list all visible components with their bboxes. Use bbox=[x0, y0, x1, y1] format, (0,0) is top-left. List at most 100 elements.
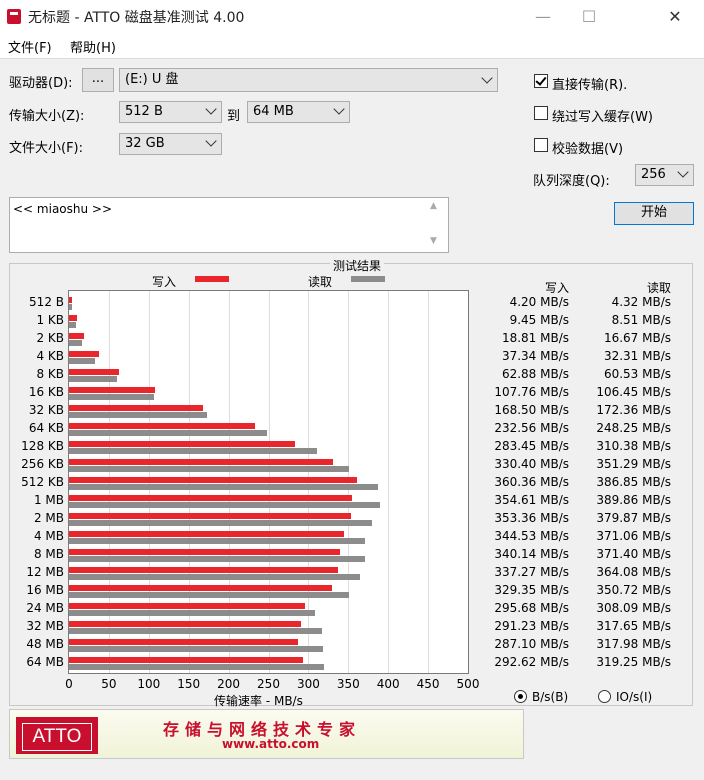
category-label: 32 KB bbox=[28, 403, 64, 417]
start-button[interactable]: 开始 bbox=[614, 202, 694, 225]
write-value: 295.68 MB/s bbox=[494, 601, 569, 615]
banner-url[interactable]: www.atto.com bbox=[222, 737, 319, 751]
read-value: 351.29 MB/s bbox=[596, 457, 671, 471]
write-bar bbox=[69, 639, 299, 645]
scroll-up-icon[interactable]: ▲ bbox=[430, 201, 437, 211]
write-bar bbox=[69, 405, 204, 411]
gridline bbox=[388, 291, 390, 673]
category-label: 128 KB bbox=[21, 439, 64, 453]
category-label: 12 MB bbox=[26, 565, 64, 579]
write-bar bbox=[69, 621, 302, 627]
menu-help[interactable]: 帮助(H) bbox=[70, 37, 116, 56]
read-value: 32.31 MB/s bbox=[603, 349, 671, 363]
write-value: 330.40 MB/s bbox=[494, 457, 569, 471]
read-column-header: 读取 bbox=[647, 281, 672, 295]
chevron-down-icon bbox=[205, 135, 217, 147]
drive-select[interactable]: (E:) U 盘 bbox=[119, 68, 498, 92]
write-bar bbox=[69, 657, 303, 663]
io-per-sec-label[interactable]: IO/s(I) bbox=[616, 690, 652, 704]
category-label: 512 B bbox=[29, 295, 64, 309]
bypass-cache-label[interactable]: 绕过写入缓存(W) bbox=[552, 106, 653, 125]
drive-select-value: (E:) U 盘 bbox=[125, 72, 179, 87]
write-value: 18.81 MB/s bbox=[501, 331, 569, 345]
queue-depth-label: 队列深度(Q): bbox=[533, 174, 610, 189]
read-bar bbox=[69, 466, 350, 472]
category-label: 8 MB bbox=[33, 547, 64, 561]
write-value: 340.14 MB/s bbox=[494, 547, 569, 561]
browse-button[interactable]: ... bbox=[82, 68, 114, 92]
direct-io-checkbox[interactable] bbox=[534, 74, 548, 88]
write-bar bbox=[69, 333, 84, 339]
category-label: 16 MB bbox=[26, 583, 64, 597]
io-per-sec-radio[interactable] bbox=[598, 690, 611, 703]
write-value: 292.62 MB/s bbox=[494, 655, 569, 669]
atto-logo: ATTO bbox=[16, 717, 98, 754]
verify-data-checkbox[interactable] bbox=[534, 138, 548, 152]
read-bar bbox=[69, 304, 73, 310]
x-tick-label: 250 bbox=[257, 677, 280, 691]
read-bar bbox=[69, 592, 349, 598]
chart-x-axis-label: 传输速率 - MB/s bbox=[214, 694, 303, 708]
write-value: 287.10 MB/s bbox=[494, 637, 569, 651]
read-bar bbox=[69, 538, 366, 544]
read-value: 319.25 MB/s bbox=[596, 655, 671, 669]
category-label: 8 KB bbox=[36, 367, 64, 381]
minimize-button[interactable]: — bbox=[520, 0, 566, 32]
read-bar bbox=[69, 610, 315, 616]
category-label: 4 KB bbox=[36, 349, 64, 363]
read-value: 350.72 MB/s bbox=[596, 583, 671, 597]
scroll-down-icon[interactable]: ▼ bbox=[430, 236, 437, 246]
verify-data-label[interactable]: 校验数据(V) bbox=[552, 138, 623, 157]
read-bar bbox=[69, 664, 324, 670]
write-value: 232.56 MB/s bbox=[494, 421, 569, 435]
x-tick-label: 150 bbox=[177, 677, 201, 691]
app-icon bbox=[7, 9, 21, 24]
write-value: 4.20 MB/s bbox=[509, 295, 569, 309]
category-label: 512 KB bbox=[21, 475, 64, 489]
x-tick-label: 450 bbox=[416, 677, 440, 691]
write-bar bbox=[69, 387, 155, 393]
read-bar bbox=[69, 484, 378, 490]
x-tick-label: 500 bbox=[456, 677, 480, 691]
chevron-down-icon bbox=[205, 103, 217, 115]
write-bar bbox=[69, 297, 73, 303]
write-bar bbox=[69, 495, 352, 501]
category-label: 24 MB bbox=[26, 601, 64, 615]
maximize-button[interactable]: ☐ bbox=[566, 0, 612, 32]
read-bar bbox=[69, 430, 268, 436]
read-bar bbox=[69, 448, 317, 454]
close-button[interactable]: ✕ bbox=[652, 0, 698, 32]
bytes-per-sec-radio[interactable] bbox=[514, 690, 527, 703]
write-value: 353.36 MB/s bbox=[494, 511, 569, 525]
results-title: 测试结果 bbox=[330, 257, 385, 274]
menu-file[interactable]: 文件(F) bbox=[8, 37, 52, 56]
write-bar bbox=[69, 441, 296, 447]
read-value: 106.45 MB/s bbox=[596, 385, 671, 399]
transfer-to-label: 到 bbox=[227, 109, 241, 124]
transfer-size-to-value: 64 MB bbox=[253, 104, 294, 119]
transfer-size-from-select[interactable]: 512 B bbox=[119, 101, 222, 123]
transfer-size-to-select[interactable]: 64 MB bbox=[247, 101, 350, 123]
write-bar bbox=[69, 477, 357, 483]
bytes-per-sec-label[interactable]: B/s(B) bbox=[532, 690, 568, 704]
read-value: 364.08 MB/s bbox=[596, 565, 671, 579]
write-value: 283.45 MB/s bbox=[494, 439, 569, 453]
bypass-cache-checkbox[interactable] bbox=[534, 106, 548, 120]
read-bar bbox=[69, 520, 373, 526]
file-size-select[interactable]: 32 GB bbox=[119, 133, 222, 155]
chevron-down-icon bbox=[333, 103, 345, 115]
read-value: 172.36 MB/s bbox=[596, 403, 671, 417]
read-value: 371.06 MB/s bbox=[596, 529, 671, 543]
read-value: 4.32 MB/s bbox=[611, 295, 671, 309]
write-bar bbox=[69, 585, 332, 591]
read-value: 379.87 MB/s bbox=[596, 511, 671, 525]
category-label: 256 KB bbox=[21, 457, 64, 471]
write-value: 337.27 MB/s bbox=[494, 565, 569, 579]
write-bar bbox=[69, 369, 120, 375]
direct-io-label[interactable]: 直接传输(R). bbox=[552, 74, 627, 93]
write-value: 62.88 MB/s bbox=[501, 367, 569, 381]
window-title: 无标题 - ATTO 磁盘基准测试 4.00 bbox=[28, 10, 245, 26]
throughput-chart bbox=[68, 290, 469, 674]
queue-depth-select[interactable]: 256 bbox=[635, 164, 694, 186]
category-label: 1 MB bbox=[33, 493, 64, 507]
